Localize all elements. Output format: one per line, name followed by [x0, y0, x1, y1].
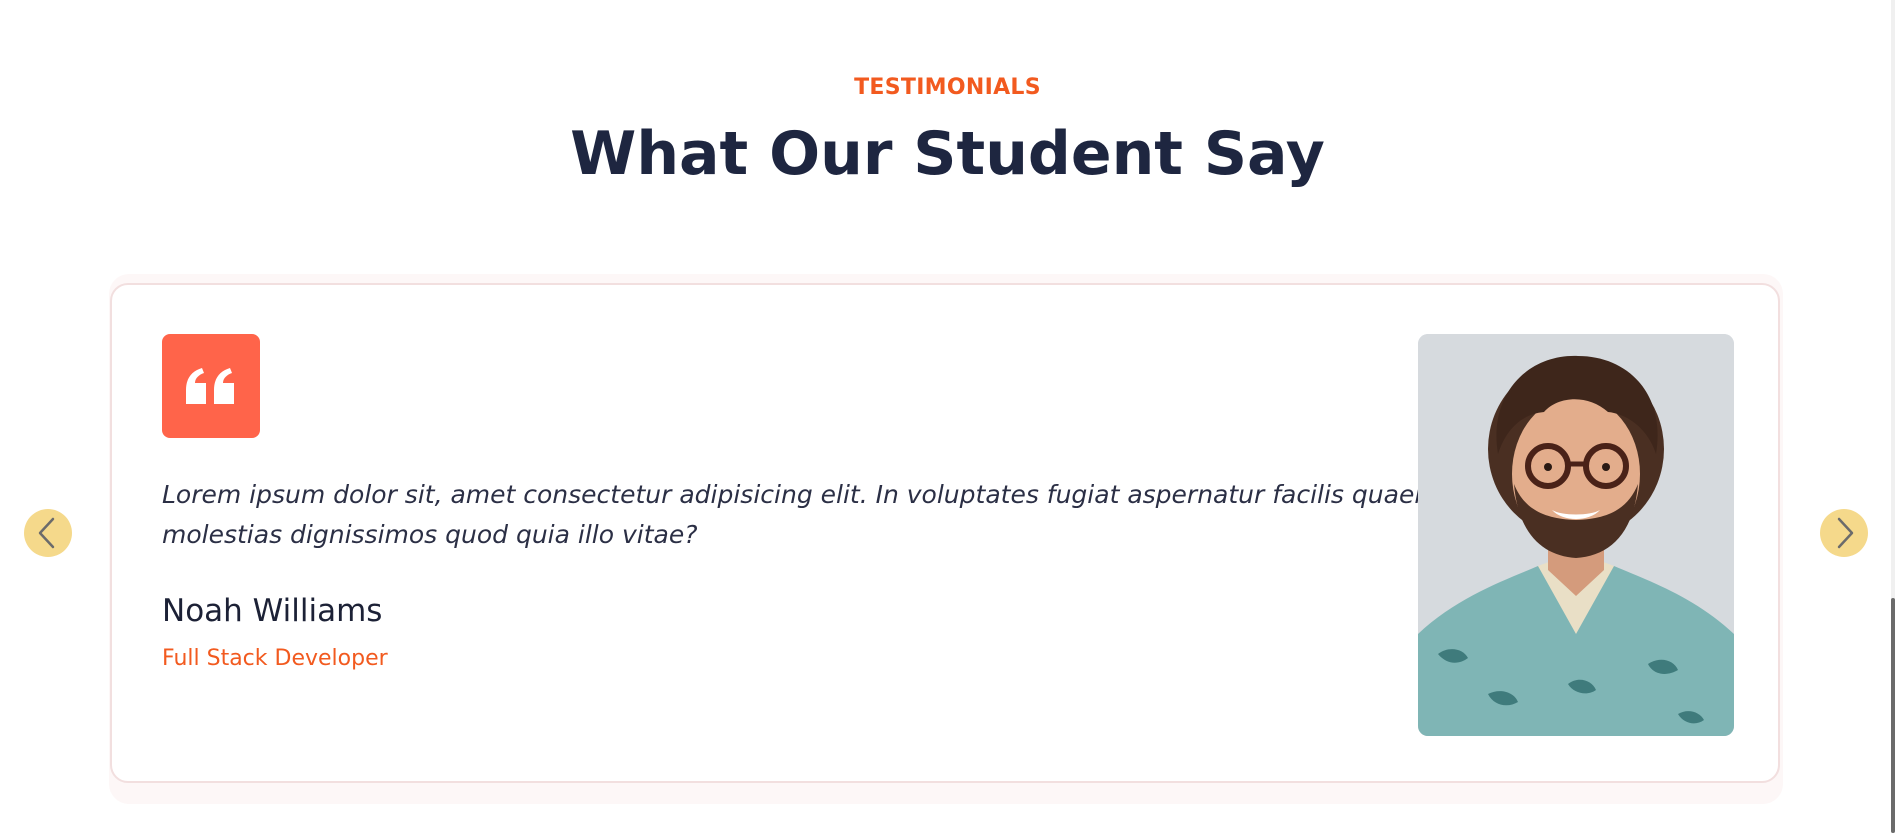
quote-icon — [162, 334, 260, 438]
portrait-illustration — [1418, 334, 1734, 736]
carousel-prev-button[interactable] — [24, 509, 72, 557]
author-role: Full Stack Developer — [162, 646, 388, 671]
author-name: Noah Williams — [162, 593, 383, 629]
chevron-right-icon — [1837, 517, 1854, 549]
chevron-left-icon — [38, 517, 55, 549]
scrollbar-thumb[interactable] — [1891, 598, 1895, 833]
section-eyebrow: TESTIMONIALS — [854, 75, 1041, 100]
section-heading: What Our Student Say — [570, 119, 1325, 189]
testimonial-card: Lorem ipsum dolor sit, amet consectetur … — [110, 283, 1780, 783]
testimonial-quote: Lorem ipsum dolor sit, amet consectetur … — [162, 480, 1450, 549]
testimonials-page: TESTIMONIALS What Our Student Say Lorem … — [0, 0, 1895, 833]
student-photo — [1418, 334, 1734, 736]
quote-glyph — [186, 368, 234, 404]
carousel-next-button[interactable] — [1820, 509, 1868, 557]
